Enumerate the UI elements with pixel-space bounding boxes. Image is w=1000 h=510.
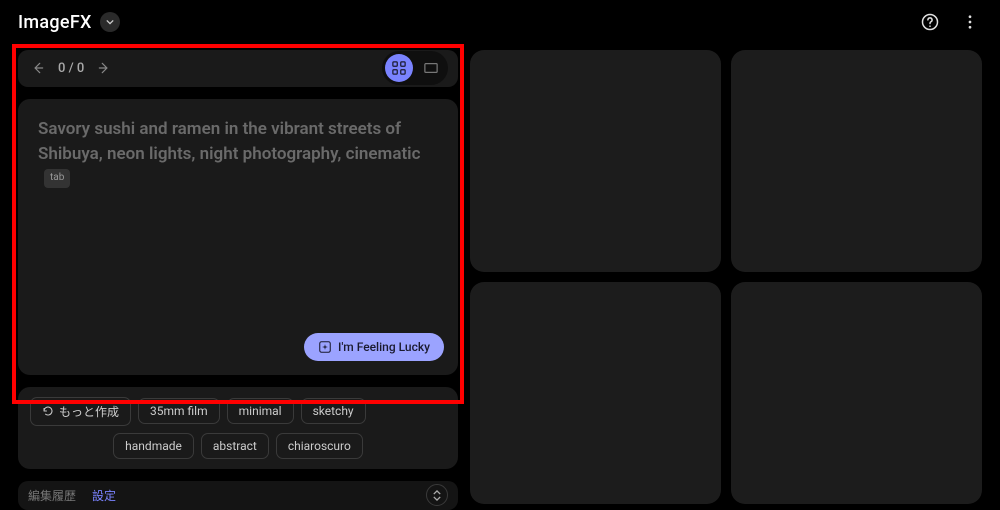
header-right [918, 10, 982, 34]
tab-history[interactable]: 編集履歴 [28, 487, 76, 504]
result-slot-3[interactable] [470, 282, 721, 504]
refresh-icon [42, 405, 54, 417]
single-view-button[interactable] [417, 54, 445, 82]
chips-row-2: handmade abstract chiaroscuro [30, 433, 446, 459]
main-content: 0 / 0 Savory sushi and ramen in the vibr… [0, 44, 1000, 510]
tab-hint-chip: tab [44, 169, 70, 188]
view-toggle [382, 51, 448, 85]
chevron-down-icon [433, 496, 441, 501]
header-left: ImageFX [18, 12, 120, 33]
result-slot-2[interactable] [731, 50, 982, 272]
single-icon [424, 61, 438, 75]
chevron-down-icon [106, 18, 114, 26]
help-button[interactable] [918, 10, 942, 34]
tab-settings[interactable]: 設定 [92, 487, 116, 504]
grid-view-button[interactable] [385, 54, 413, 82]
more-create-label: もっと作成 [59, 403, 119, 420]
chip-chiaroscuro[interactable]: chiaroscuro [276, 433, 363, 459]
prompt-text[interactable]: Savory sushi and ramen in the vibrant st… [38, 117, 438, 191]
nav-controls: 0 / 0 [28, 58, 114, 78]
result-slot-4[interactable] [731, 282, 982, 504]
sparkle-icon [318, 340, 332, 354]
results-grid [470, 44, 982, 510]
chip-handmade[interactable]: handmade [113, 433, 194, 459]
help-icon [920, 12, 940, 32]
feeling-lucky-button[interactable]: I'm Feeling Lucky [304, 333, 444, 361]
chips-row-1: もっと作成 35mm film minimal sketchy [30, 397, 446, 426]
page-counter: 0 / 0 [58, 61, 84, 76]
more-menu-button[interactable] [958, 10, 982, 34]
left-column: 0 / 0 Savory sushi and ramen in the vibr… [18, 44, 458, 510]
prompt-panel[interactable]: Savory sushi and ramen in the vibrant st… [18, 99, 458, 375]
lucky-label: I'm Feeling Lucky [338, 340, 430, 354]
chip-35mm[interactable]: 35mm film [138, 398, 220, 424]
more-create-chip[interactable]: もっと作成 [30, 397, 131, 426]
app-title: ImageFX [18, 12, 92, 33]
next-button[interactable] [94, 58, 114, 78]
expand-collapse-button[interactable] [426, 484, 448, 506]
result-slot-1[interactable] [470, 50, 721, 272]
grid-icon [392, 61, 406, 75]
chip-sketchy[interactable]: sketchy [301, 398, 366, 424]
bottom-tab-bar: 編集履歴 設定 [18, 481, 458, 510]
chip-minimal[interactable]: minimal [227, 398, 294, 424]
tabs-left: 編集履歴 設定 [28, 487, 116, 504]
more-vert-icon [961, 13, 979, 31]
chevron-up-icon [433, 490, 441, 495]
prev-button[interactable] [28, 58, 48, 78]
chip-abstract[interactable]: abstract [201, 433, 269, 459]
history-nav-bar: 0 / 0 [18, 50, 458, 87]
style-chips-panel: もっと作成 35mm film minimal sketchy handmade… [18, 387, 458, 469]
arrow-left-icon [31, 61, 45, 75]
arrow-right-icon [97, 61, 111, 75]
app-switcher-button[interactable] [100, 12, 120, 32]
prompt-content: Savory sushi and ramen in the vibrant st… [38, 119, 420, 164]
app-header: ImageFX [0, 0, 1000, 44]
